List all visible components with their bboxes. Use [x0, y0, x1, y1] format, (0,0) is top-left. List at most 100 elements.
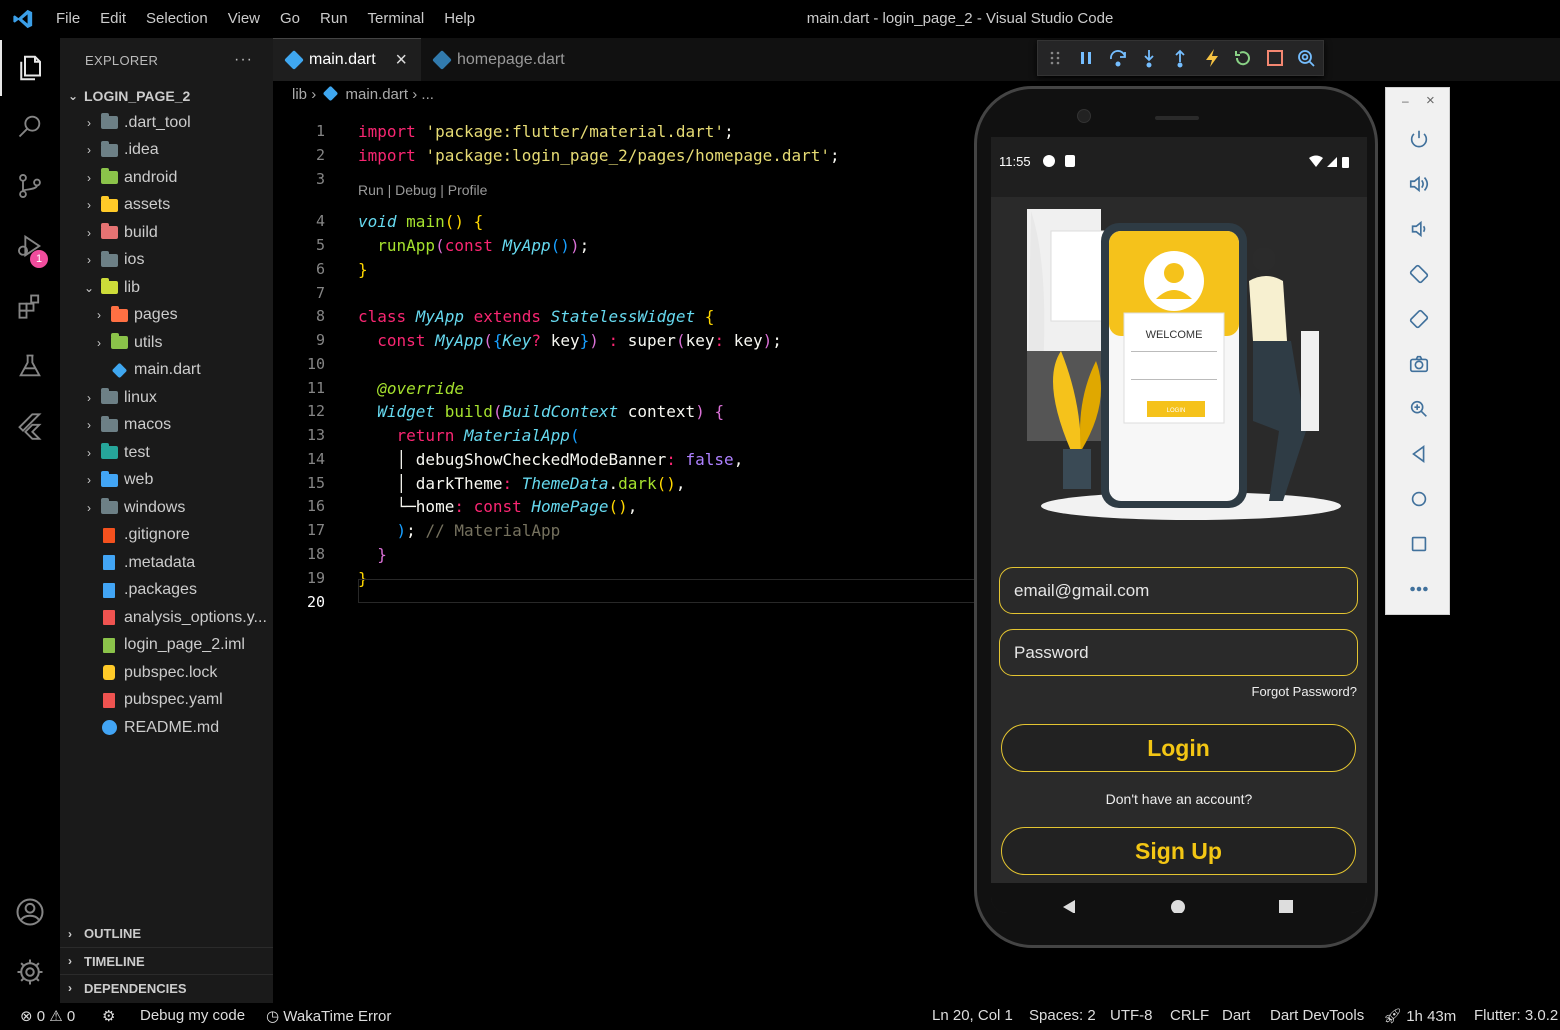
- indentation[interactable]: Spaces: 2: [1029, 1007, 1096, 1024]
- wakatime-status[interactable]: ◷ WakaTime Error: [266, 1007, 391, 1025]
- tree-item[interactable]: main.dart: [60, 357, 273, 384]
- timeline-section[interactable]: › TIMELINE: [60, 947, 273, 974]
- run-debug-icon[interactable]: 1: [0, 218, 60, 274]
- extensions-icon[interactable]: [0, 278, 60, 334]
- drag-handle-icon[interactable]: [1044, 47, 1065, 69]
- tree-item[interactable]: › ios: [60, 247, 273, 274]
- account-icon[interactable]: [0, 884, 60, 940]
- menu-edit[interactable]: Edit: [90, 0, 136, 38]
- more-icon[interactable]: [1386, 566, 1451, 611]
- tab-homepage-dart[interactable]: homepage.dart: [421, 38, 581, 81]
- dependencies-section[interactable]: › DEPENDENCIES: [60, 974, 273, 1001]
- tree-item[interactable]: › web: [60, 467, 273, 494]
- code-line[interactable]: @override: [358, 377, 464, 401]
- step-out-icon[interactable]: [1170, 47, 1191, 69]
- dart-devtools[interactable]: Dart DevTools: [1270, 1007, 1364, 1024]
- code-line[interactable]: Widget build(BuildContext context) {: [358, 400, 724, 424]
- debug-launch-icon[interactable]: ⚙: [102, 1007, 115, 1025]
- minimize-button[interactable]: –: [1402, 94, 1409, 108]
- nav-back-icon[interactable]: [1061, 899, 1077, 913]
- code-line[interactable]: }: [358, 258, 368, 282]
- menu-help[interactable]: Help: [434, 0, 485, 38]
- tree-item[interactable]: pubspec.lock: [60, 659, 273, 686]
- volume-up-icon[interactable]: [1386, 161, 1451, 206]
- tree-item[interactable]: › assets: [60, 192, 273, 219]
- tree-item[interactable]: › build: [60, 219, 273, 246]
- source-control-icon[interactable]: [0, 158, 60, 214]
- code-line[interactable]: ); // MaterialApp: [358, 519, 561, 543]
- menu-file[interactable]: File: [46, 0, 90, 38]
- language-mode[interactable]: Dart: [1222, 1007, 1250, 1024]
- tree-item[interactable]: ⌄ lib: [60, 274, 273, 301]
- tab-main-dart[interactable]: main.dart ×: [273, 38, 421, 81]
- forgot-password-link[interactable]: Forgot Password?: [1252, 684, 1358, 699]
- tree-item[interactable]: .metadata: [60, 549, 273, 576]
- tree-item[interactable]: › pages: [60, 302, 273, 329]
- step-into-icon[interactable]: [1138, 47, 1159, 69]
- code-line[interactable]: return MaterialApp(: [358, 424, 580, 448]
- code-line[interactable]: import 'package:login_page_2/pages/homep…: [358, 144, 840, 168]
- tree-item[interactable]: › android: [60, 164, 273, 191]
- breadcrumb-file[interactable]: main.dart: [346, 86, 409, 103]
- overview-icon[interactable]: [1386, 521, 1451, 566]
- problems-indicator[interactable]: ⊗ 0 ⚠ 0: [20, 1007, 75, 1025]
- more-actions-icon[interactable]: ···: [234, 51, 253, 69]
- stop-icon[interactable]: [1264, 47, 1285, 69]
- rotate-right-icon[interactable]: [1386, 296, 1451, 341]
- outline-section[interactable]: › OUTLINE: [60, 920, 273, 947]
- signup-button[interactable]: Sign Up: [1001, 827, 1356, 875]
- testing-icon[interactable]: [0, 338, 60, 394]
- power-icon[interactable]: [1386, 116, 1451, 161]
- tree-item[interactable]: login_page_2.iml: [60, 632, 273, 659]
- code-line[interactable]: │ darkTheme: ThemeData.dark(),: [358, 472, 686, 496]
- breadcrumb-symbol[interactable]: ...: [421, 86, 434, 103]
- tree-item[interactable]: .gitignore: [60, 522, 273, 549]
- menu-selection[interactable]: Selection: [136, 0, 218, 38]
- zoom-icon[interactable]: [1386, 386, 1451, 431]
- close-icon[interactable]: ×: [395, 49, 407, 72]
- code-line[interactable]: import 'package:flutter/material.dart';: [358, 120, 734, 144]
- tree-item[interactable]: README.md: [60, 714, 273, 741]
- password-field[interactable]: Password: [999, 629, 1358, 676]
- close-button[interactable]: ×: [1426, 92, 1435, 109]
- settings-gear-icon[interactable]: [0, 944, 60, 1000]
- step-over-icon[interactable]: [1107, 47, 1128, 69]
- menu-go[interactable]: Go: [270, 0, 310, 38]
- encoding[interactable]: UTF-8: [1110, 1007, 1153, 1024]
- cursor-position[interactable]: Ln 20, Col 1: [932, 1007, 1013, 1024]
- login-button[interactable]: Login: [1001, 724, 1356, 772]
- code-line[interactable]: const MyApp({Key? key}) : super(key: key…: [358, 329, 782, 353]
- end-of-line[interactable]: CRLF: [1170, 1007, 1209, 1024]
- tree-item[interactable]: › windows: [60, 494, 273, 521]
- tree-item[interactable]: › utils: [60, 329, 273, 356]
- tree-item[interactable]: pubspec.yaml: [60, 687, 273, 714]
- codelens-run-debug[interactable]: Run | Debug | Profile: [358, 182, 487, 198]
- code-line[interactable]: class MyApp extends StatelessWidget {: [358, 305, 714, 329]
- code-line[interactable]: │ debugShowCheckedModeBanner: false,: [358, 448, 744, 472]
- rotate-left-icon[interactable]: [1386, 251, 1451, 296]
- email-field[interactable]: email@gmail.com: [999, 567, 1358, 614]
- tree-item[interactable]: › linux: [60, 384, 273, 411]
- code-line[interactable]: }: [358, 543, 387, 567]
- menu-run[interactable]: Run: [310, 0, 358, 38]
- hot-reload-icon[interactable]: [1201, 47, 1222, 69]
- nav-home-icon[interactable]: [1170, 899, 1186, 913]
- home-icon[interactable]: [1386, 476, 1451, 521]
- menu-view[interactable]: View: [218, 0, 270, 38]
- project-root[interactable]: ⌄ LOGIN_PAGE_2: [60, 82, 273, 109]
- tree-item[interactable]: › macos: [60, 412, 273, 439]
- phone-screen[interactable]: 11:55 WELCOME LOGIN email@gmail.com Pass…: [991, 137, 1367, 913]
- hot-restart-icon[interactable]: [1233, 47, 1254, 69]
- code-line[interactable]: runApp(const MyApp());: [358, 234, 589, 258]
- tree-item[interactable]: analysis_options.y...: [60, 604, 273, 631]
- code-line[interactable]: void main() {: [358, 210, 483, 234]
- camera-icon[interactable]: [1386, 341, 1451, 386]
- coding-time[interactable]: 🚀︎ 1h 43m: [1383, 1007, 1456, 1025]
- search-icon[interactable]: [0, 98, 60, 154]
- code-line[interactable]: └─home: const HomePage(),: [358, 495, 638, 519]
- menu-terminal[interactable]: Terminal: [358, 0, 435, 38]
- nav-overview-icon[interactable]: [1278, 899, 1294, 913]
- explorer-icon[interactable]: [0, 40, 60, 96]
- tree-item[interactable]: .packages: [60, 577, 273, 604]
- volume-down-icon[interactable]: [1386, 206, 1451, 251]
